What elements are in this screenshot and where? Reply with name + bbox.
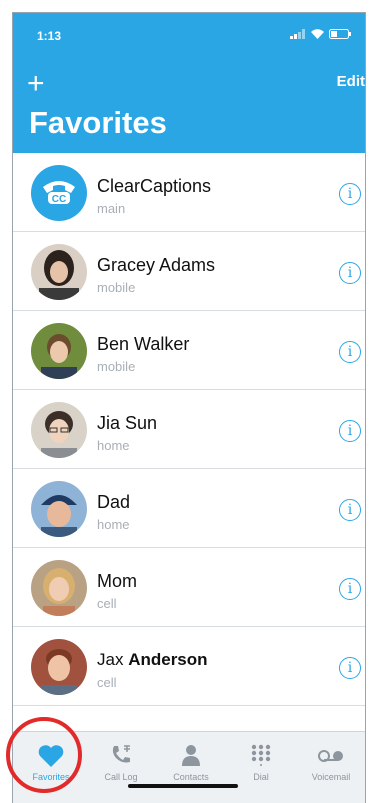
avatar	[31, 402, 87, 458]
person-icon	[182, 745, 200, 766]
phone-type: mobile	[97, 359, 136, 374]
contact-name: Mom	[97, 571, 137, 591]
status-bar: 1:13	[27, 29, 351, 45]
info-icon[interactable]: i	[339, 341, 361, 363]
favorites-list: CC ClearCaptions main i Gracey Adams mob…	[13, 153, 365, 706]
tab-label: Dial	[253, 772, 269, 782]
phone-type: home	[97, 438, 130, 453]
avatar	[31, 639, 87, 695]
phone-type: home	[97, 517, 130, 532]
info-icon[interactable]: i	[339, 183, 361, 205]
list-item[interactable]: Jia Sun home i	[13, 390, 365, 469]
battery-icon	[329, 29, 351, 39]
person-photo-icon	[31, 402, 87, 458]
avatar	[31, 244, 87, 300]
header: 1:13 + Edit Favorites	[13, 13, 365, 153]
avatar	[31, 481, 87, 537]
contact-name: Gracey Adams	[97, 255, 216, 275]
person-photo-icon	[31, 639, 87, 695]
wifi-icon	[311, 29, 324, 39]
tab-call-log[interactable]: Call Log	[86, 732, 156, 802]
add-favorite-button[interactable]: +	[27, 69, 45, 99]
list-item[interactable]: Gracey Adams mobile i	[13, 232, 365, 311]
phone-type: cell	[97, 596, 117, 611]
home-indicator[interactable]	[128, 784, 238, 788]
status-time: 1:13	[37, 29, 62, 43]
avatar	[31, 560, 87, 616]
status-icons	[290, 29, 351, 39]
tab-label: Voicemail	[311, 772, 351, 782]
phone-screen: 1:13 + Edit Favorites CC ClearCaptions m…	[12, 12, 366, 803]
voicemail-icon	[318, 750, 343, 762]
highlight-circle	[6, 717, 82, 793]
list-item[interactable]: Ben Walker mobile i	[13, 311, 365, 390]
contact-name: ClearCaptions	[97, 176, 212, 196]
tab-voicemail[interactable]: Voicemail	[296, 732, 365, 802]
person-photo-icon	[31, 323, 87, 379]
contact-name: Dad	[97, 492, 131, 512]
tab-label: Contacts	[173, 772, 209, 782]
clearcaptions-logo: CC	[31, 165, 87, 221]
signal-icon	[290, 29, 305, 39]
info-icon[interactable]: i	[339, 499, 361, 521]
info-icon[interactable]: i	[339, 420, 361, 442]
contact-name: Ben Walker	[97, 334, 190, 354]
list-item[interactable]: Dad home i	[13, 469, 365, 548]
info-icon[interactable]: i	[339, 657, 361, 679]
phone-type: cell	[97, 675, 117, 690]
contact-name: Jax Anderson	[97, 650, 208, 669]
contact-name: Jia Sun	[97, 413, 158, 433]
list-item[interactable]: CC ClearCaptions main i	[13, 153, 365, 232]
phone-cc-icon: CC	[43, 181, 75, 205]
list-item[interactable]: Mom cell i	[13, 548, 365, 627]
tab-contacts[interactable]: Contacts	[156, 732, 226, 802]
person-photo-icon	[31, 244, 87, 300]
phone-type: mobile	[97, 280, 136, 295]
tab-dial[interactable]: Dial	[226, 732, 296, 802]
list-item[interactable]: Jax Anderson cell i	[13, 627, 365, 706]
call-log-icon	[112, 745, 130, 763]
tab-label: Call Log	[104, 772, 138, 782]
edit-button[interactable]: Edit	[337, 73, 365, 90]
keypad-icon	[251, 744, 271, 766]
person-photo-icon	[31, 560, 87, 616]
info-icon[interactable]: i	[339, 578, 361, 600]
person-photo-icon	[31, 481, 87, 537]
svg-text:CC: CC	[52, 194, 66, 205]
info-icon[interactable]: i	[339, 262, 361, 284]
phone-type: main	[97, 201, 126, 216]
page-title: Favorites	[29, 105, 167, 140]
avatar	[31, 323, 87, 379]
